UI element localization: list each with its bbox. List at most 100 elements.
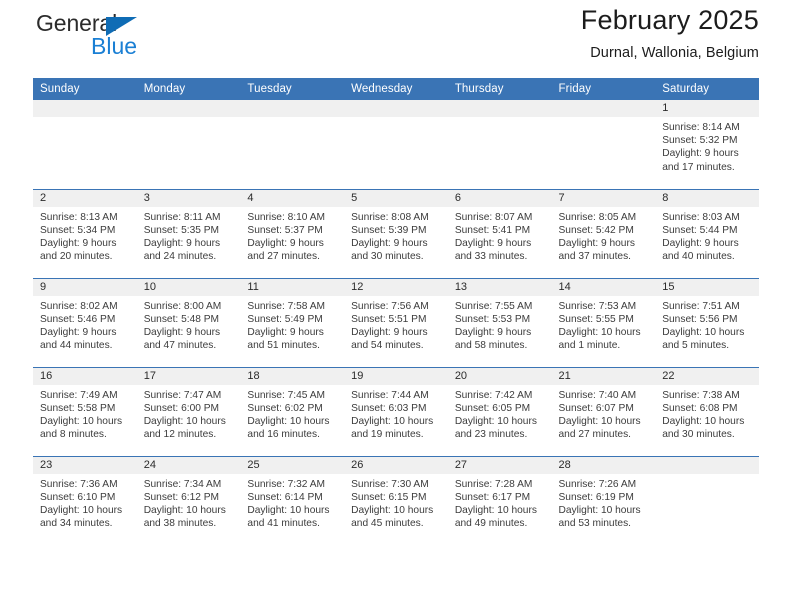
day-detail-line: Sunset: 5:49 PM <box>247 313 323 325</box>
page-header: General Blue February 2025 Durnal, Wallo… <box>33 0 759 76</box>
day-detail-line: Sunset: 6:05 PM <box>454 402 531 414</box>
calendar-day-cell[interactable]: 25 Sunrise: 7:32 AM Sunset: 6:14 PM Dayligh… <box>240 455 345 545</box>
day-detail-line: Sunrise: 8:10 AM <box>247 211 325 223</box>
day-detail-line: Sunset: 5:41 PM <box>454 224 531 236</box>
day-detail-line: Sunrise: 8:07 AM <box>454 211 533 223</box>
calendar-week-row: 1 Sunrise: 8:14 AM Sunset: 5:32 PM Daylight… <box>33 100 759 189</box>
day-number: 3 <box>136 189 241 207</box>
day-detail-text: Sunrise: 8:10 AM Sunset: 5:37 PM Daylight:… <box>240 207 344 264</box>
calendar-day-cell[interactable]: 21 Sunrise: 7:40 AM Sunset: 6:07 PM Dayligh… <box>551 366 656 456</box>
calendar-day-cell[interactable]: 13 Sunrise: 7:55 AM Sunset: 5:53 PM Dayligh… <box>447 277 552 367</box>
calendar-day-cell[interactable]: 5 Sunrise: 8:08 AM Sunset: 5:39 PM Daylight… <box>344 188 448 278</box>
day-detail-text: Sunrise: 7:49 AM Sunset: 5:58 PM Daylight:… <box>33 385 137 442</box>
day-detail-line: Sunrise: 7:56 AM <box>351 300 429 312</box>
calendar-day-cell[interactable]: 9 Sunrise: 8:02 AM Sunset: 5:46 PM Daylight… <box>33 277 137 367</box>
day-detail-line: and 44 minutes. <box>40 340 113 352</box>
calendar-day-cell[interactable]: 14 Sunrise: 7:53 AM Sunset: 5:55 PM Dayligh… <box>551 277 656 367</box>
day-number: 21 <box>551 367 656 385</box>
day-detail-text: Sunrise: 8:13 AM Sunset: 5:34 PM Daylight:… <box>33 207 137 264</box>
calendar-day-cell[interactable]: 20 Sunrise: 7:42 AM Sunset: 6:05 PM Dayligh… <box>447 366 552 456</box>
day-number: 13 <box>447 278 552 296</box>
day-detail-line: Daylight: 9 hours <box>662 237 739 249</box>
day-detail-text: Sunrise: 7:51 AM Sunset: 5:56 PM Daylight:… <box>655 296 759 353</box>
calendar-day-cell[interactable]: 15 Sunrise: 7:51 AM Sunset: 5:56 PM Dayligh… <box>655 277 759 367</box>
day-detail-line: and 37 minutes. <box>558 251 632 263</box>
day-detail-line: Sunrise: 7:42 AM <box>454 389 533 401</box>
day-detail-line: Sunrise: 8:05 AM <box>558 211 637 223</box>
day-detail-line: Sunset: 5:42 PM <box>558 224 634 236</box>
day-number: 16 <box>33 367 137 385</box>
day-detail-line: Sunrise: 7:55 AM <box>454 300 533 312</box>
calendar-day-cell[interactable]: 17 Sunrise: 7:47 AM Sunset: 6:00 PM Dayligh… <box>136 366 241 456</box>
day-detail-text: Sunrise: 7:58 AM Sunset: 5:49 PM Daylight:… <box>240 296 344 353</box>
day-detail-line: Daylight: 9 hours <box>558 237 635 249</box>
calendar-day-cell[interactable]: 27 Sunrise: 7:28 AM Sunset: 6:17 PM Dayligh… <box>447 455 552 545</box>
calendar-day-cell[interactable]: 10 Sunrise: 8:00 AM Sunset: 5:48 PM Dayligh… <box>136 277 241 367</box>
day-detail-text: Sunrise: 7:53 AM Sunset: 5:55 PM Daylight:… <box>552 296 656 353</box>
day-detail-line: Sunrise: 7:40 AM <box>558 389 637 401</box>
calendar-day-cell[interactable]: 1 Sunrise: 8:14 AM Sunset: 5:32 PM Daylight… <box>655 100 759 189</box>
day-detail-line: Daylight: 9 hours <box>40 237 117 249</box>
calendar-day-cell[interactable]: 24 Sunrise: 7:34 AM Sunset: 6:12 PM Dayligh… <box>136 455 241 545</box>
day-detail-line: and 30 minutes. <box>662 429 735 441</box>
day-number: 14 <box>551 278 656 296</box>
day-number: 24 <box>136 456 241 474</box>
calendar-day-cell[interactable]: 4 Sunrise: 8:10 AM Sunset: 5:37 PM Daylight… <box>240 188 345 278</box>
calendar-day-cell[interactable]: 6 Sunrise: 8:07 AM Sunset: 5:41 PM Daylight… <box>447 188 552 278</box>
day-detail-line: Sunset: 6:15 PM <box>351 491 427 503</box>
calendar-day-cell[interactable]: 26 Sunrise: 7:30 AM Sunset: 6:15 PM Dayligh… <box>344 455 448 545</box>
day-detail-line: Sunrise: 8:02 AM <box>40 300 118 312</box>
calendar-day-cell[interactable]: 18 Sunrise: 7:45 AM Sunset: 6:02 PM Dayligh… <box>240 366 345 456</box>
day-number: 4 <box>240 189 345 207</box>
day-detail-line: Sunrise: 8:11 AM <box>143 211 221 223</box>
day-detail-line: Sunrise: 7:38 AM <box>662 389 740 401</box>
calendar-week-row: 16 Sunrise: 7:49 AM Sunset: 5:58 PM Dayligh… <box>33 366 759 456</box>
day-detail-text: Sunrise: 7:55 AM Sunset: 5:53 PM Daylight:… <box>448 296 552 353</box>
day-detail-text: Sunrise: 8:05 AM Sunset: 5:42 PM Daylight:… <box>552 207 656 264</box>
day-detail-line: Daylight: 10 hours <box>662 326 745 338</box>
day-detail-line: Sunset: 5:51 PM <box>351 313 427 325</box>
weekday-header-tuesday: Tuesday <box>240 78 345 100</box>
day-detail-line: Sunset: 5:48 PM <box>143 313 220 325</box>
weekday-header-saturday: Saturday <box>655 78 759 100</box>
day-detail-line: and 23 minutes. <box>454 429 528 441</box>
calendar-day-cell-empty <box>344 100 448 189</box>
calendar-day-cell[interactable]: 2 Sunrise: 8:13 AM Sunset: 5:34 PM Daylight… <box>33 188 137 278</box>
day-number: 15 <box>655 278 759 296</box>
calendar-day-cell-empty <box>33 100 137 189</box>
calendar-day-cell[interactable]: 19 Sunrise: 7:44 AM Sunset: 6:03 PM Dayligh… <box>344 366 448 456</box>
day-detail-text: Sunrise: 7:30 AM Sunset: 6:15 PM Daylight:… <box>344 474 448 531</box>
calendar-week-row: 23 Sunrise: 7:36 AM Sunset: 6:10 PM Dayligh… <box>33 455 759 545</box>
day-detail-line: Sunrise: 7:49 AM <box>40 389 118 401</box>
day-detail-line: Sunset: 6:17 PM <box>454 491 531 503</box>
calendar-day-cell[interactable]: 3 Sunrise: 8:11 AM Sunset: 5:35 PM Daylight… <box>136 188 241 278</box>
calendar-day-cell[interactable]: 12 Sunrise: 7:56 AM Sunset: 5:51 PM Dayligh… <box>344 277 448 367</box>
day-detail-line: Daylight: 10 hours <box>351 415 434 427</box>
day-detail-line: and 49 minutes. <box>454 518 528 530</box>
calendar-day-cell[interactable]: 7 Sunrise: 8:05 AM Sunset: 5:42 PM Daylight… <box>551 188 656 278</box>
calendar-day-cell[interactable]: 11 Sunrise: 7:58 AM Sunset: 5:49 PM Dayligh… <box>240 277 345 367</box>
day-detail-text: Sunrise: 7:44 AM Sunset: 6:03 PM Daylight:… <box>344 385 448 442</box>
general-blue-logo[interactable]: General Blue <box>33 8 223 60</box>
day-detail-line: Daylight: 10 hours <box>662 415 745 427</box>
logo-text-general: General <box>36 10 118 36</box>
day-detail-line: Sunrise: 8:13 AM <box>40 211 118 223</box>
calendar-day-cell[interactable]: 16 Sunrise: 7:49 AM Sunset: 5:58 PM Dayligh… <box>33 366 137 456</box>
day-detail-line: Sunset: 5:56 PM <box>662 313 738 325</box>
weekday-header-sunday: Sunday <box>33 78 137 100</box>
day-number: 8 <box>655 189 759 207</box>
day-number: 2 <box>33 189 137 207</box>
day-number: 9 <box>33 278 137 296</box>
day-detail-text: Sunrise: 8:08 AM Sunset: 5:39 PM Daylight:… <box>344 207 448 264</box>
calendar-day-cell[interactable]: 23 Sunrise: 7:36 AM Sunset: 6:10 PM Dayligh… <box>33 455 137 545</box>
calendar-day-cell[interactable]: 8 Sunrise: 8:03 AM Sunset: 5:44 PM Daylight… <box>655 188 759 278</box>
day-detail-line: Sunset: 6:14 PM <box>247 491 323 503</box>
title-block: February 2025 Durnal, Wallonia, Belgium <box>581 0 759 61</box>
calendar-day-cell[interactable]: 28 Sunrise: 7:26 AM Sunset: 6:19 PM Dayligh… <box>551 455 656 545</box>
calendar-day-cell[interactable]: 22 Sunrise: 7:38 AM Sunset: 6:08 PM Dayligh… <box>655 366 759 456</box>
day-detail-line: and 17 minutes. <box>662 161 735 173</box>
day-detail-line: and 34 minutes. <box>40 518 113 530</box>
day-number: 12 <box>344 278 448 296</box>
day-detail-line: and 33 minutes. <box>454 251 528 263</box>
day-detail-line: Sunrise: 7:30 AM <box>351 478 429 490</box>
